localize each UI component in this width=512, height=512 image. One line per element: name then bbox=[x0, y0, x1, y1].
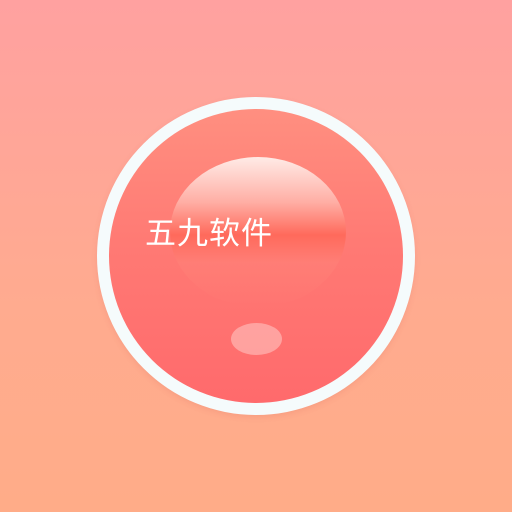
brand-text: 五九软件 bbox=[145, 216, 273, 252]
app-icon: 五九软件 bbox=[0, 0, 512, 512]
gloss-highlight-bottom bbox=[231, 323, 282, 355]
